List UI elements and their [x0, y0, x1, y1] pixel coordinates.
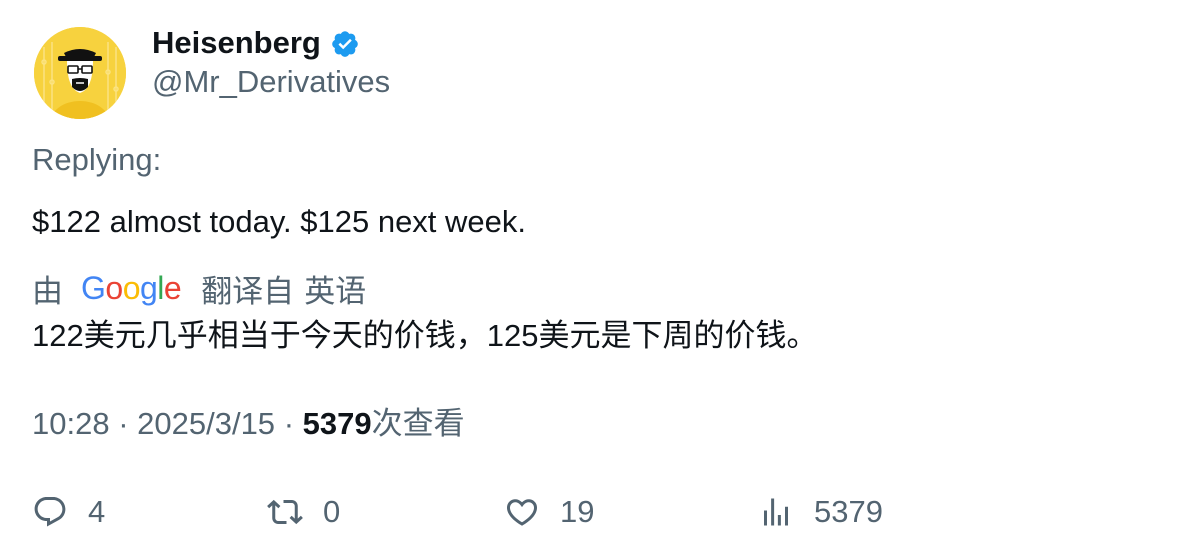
retweet-icon — [267, 499, 303, 525]
author-handle[interactable]: @Mr_Derivatives — [152, 62, 390, 102]
views-action-count: 5379 — [814, 494, 883, 529]
avatar-image — [34, 27, 126, 119]
author-name[interactable]: Heisenberg — [152, 23, 321, 63]
reply-icon — [34, 497, 66, 527]
meta-separator: · — [118, 406, 138, 441]
tweet-card: Heisenberg @Mr_Derivatives Replying: $12… — [0, 0, 1196, 558]
translated-text: 122美元几乎相当于今天的价钱，125美元是下周的价钱。 — [32, 318, 818, 353]
verified-badge-icon — [332, 31, 358, 57]
analytics-icon — [764, 498, 788, 526]
tweet-date[interactable]: 2025/3/15 — [137, 406, 275, 441]
replying-label: Replying: — [32, 142, 162, 177]
retweet-count: 0 — [323, 494, 341, 529]
tweet-text: $122 almost today. $125 next week. — [32, 204, 527, 239]
reply-count: 4 — [88, 494, 106, 529]
views-label: 次查看 — [371, 406, 465, 441]
retweet-button[interactable]: 0 — [267, 490, 340, 534]
google-logo[interactable]: Google — [81, 267, 182, 309]
like-button[interactable]: 19 — [504, 490, 594, 534]
translation-attribution: 由 Google 翻译自 英语 — [32, 267, 366, 309]
views-button[interactable]: 5379 — [758, 490, 883, 534]
avatar[interactable] — [34, 27, 126, 119]
like-count: 19 — [560, 494, 595, 529]
heart-icon — [506, 499, 538, 526]
views-count: 5379 — [302, 406, 372, 441]
author-name-row: Heisenberg — [152, 23, 360, 63]
meta-separator: · — [283, 406, 303, 441]
translation-by-label: 由 — [32, 273, 63, 309]
tweet-meta: 10:28 · 2025/3/15 · 5379次查看 — [32, 404, 465, 444]
reply-button[interactable]: 4 — [32, 490, 105, 534]
translation-from-label: 翻译自 — [201, 273, 295, 309]
translation-source-language: 英语 — [304, 273, 367, 309]
tweet-time[interactable]: 10:28 — [32, 406, 110, 441]
